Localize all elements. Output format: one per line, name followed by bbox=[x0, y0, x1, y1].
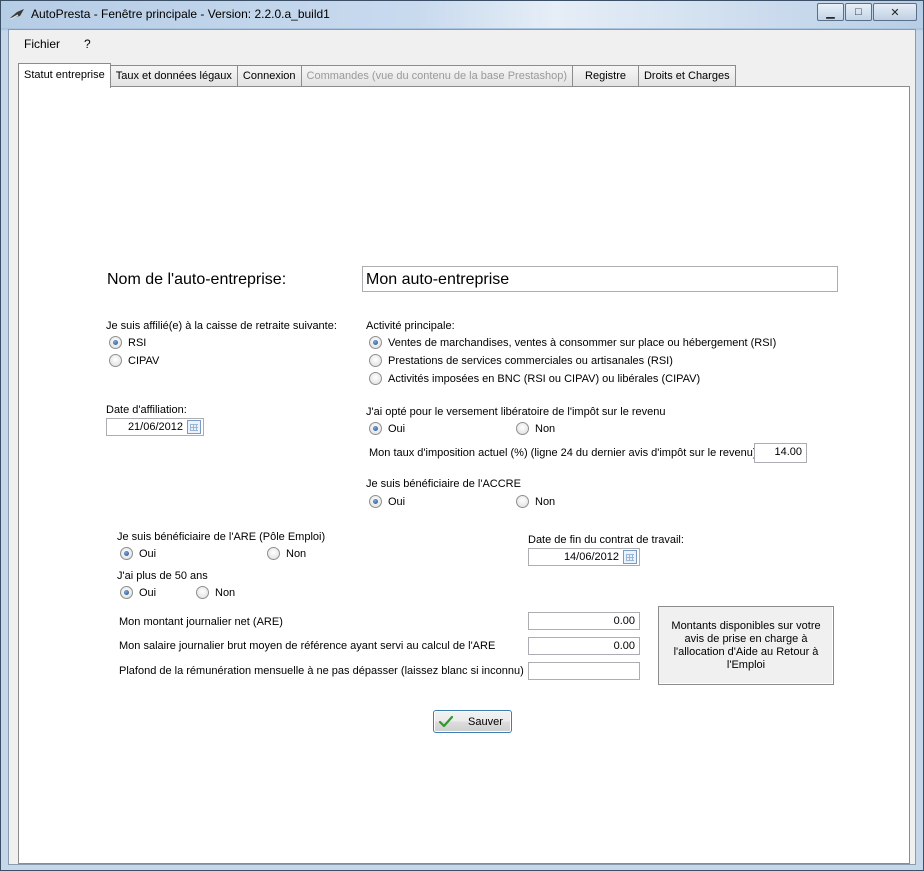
company-name-input[interactable]: Mon auto-entreprise bbox=[362, 266, 838, 292]
radio-are-oui-dot[interactable] bbox=[120, 547, 133, 560]
contract-end-value: 14/06/2012 bbox=[563, 551, 619, 563]
radio-over50-non[interactable]: Non bbox=[196, 586, 235, 599]
radio-cipav-label: CIPAV bbox=[128, 354, 160, 367]
close-button[interactable]: ✕ bbox=[873, 3, 917, 21]
radio-activity-bnc-dot[interactable] bbox=[369, 372, 382, 385]
tab-connexion[interactable]: Connexion bbox=[236, 65, 302, 87]
window-controls: ▁ □ ✕ bbox=[816, 3, 917, 21]
ceiling-label: Plafond de la rémunération mensuelle à n… bbox=[119, 665, 524, 677]
radio-versement-oui-label: Oui bbox=[388, 422, 406, 435]
tab-registre[interactable]: Registre bbox=[572, 65, 639, 87]
calendar-icon[interactable] bbox=[187, 420, 201, 434]
affiliation-date-picker[interactable]: 21/06/2012 bbox=[106, 418, 204, 436]
are-label: Je suis bénéficiaire de l'ARE (Pôle Empl… bbox=[117, 531, 326, 543]
radio-over50-non-dot[interactable] bbox=[196, 586, 209, 599]
radio-are-non-label: Non bbox=[286, 547, 307, 560]
over50-label: J'ai plus de 50 ans bbox=[117, 570, 208, 582]
radio-activity-ventes[interactable]: Ventes de marchandises, ventes à consomm… bbox=[369, 336, 776, 349]
radio-are-oui-label: Oui bbox=[139, 547, 157, 560]
tab-droits-charges[interactable]: Droits et Charges bbox=[637, 65, 736, 87]
tab-taux-donnees-legaux[interactable]: Taux et données légaux bbox=[109, 65, 238, 87]
company-name-label: Nom de l'auto-entreprise: bbox=[107, 271, 287, 288]
minimize-button[interactable]: ▁ bbox=[817, 3, 844, 21]
radio-activity-prestations-dot[interactable] bbox=[369, 354, 382, 367]
ceiling-input[interactable] bbox=[528, 662, 640, 680]
radio-accre-oui[interactable]: Oui bbox=[369, 495, 405, 508]
tab-statut-entreprise[interactable]: Statut entreprise bbox=[18, 63, 111, 88]
radio-activity-ventes-dot[interactable] bbox=[369, 336, 382, 349]
tax-rate-input[interactable]: 14.00 bbox=[754, 443, 807, 463]
minimize-icon: ▁ bbox=[826, 6, 835, 19]
radio-rsi-dot[interactable] bbox=[109, 336, 122, 349]
maximize-button[interactable]: □ bbox=[845, 3, 872, 21]
tax-rate-label: Mon taux d'imposition actuel (%) (ligne … bbox=[369, 447, 757, 459]
daily-net-input[interactable]: 0.00 bbox=[528, 612, 640, 630]
radio-over50-non-label: Non bbox=[215, 586, 236, 599]
radio-versement-non-dot[interactable] bbox=[516, 422, 529, 435]
tab-panel-statut: Nom de l'auto-entreprise: Mon auto-entre… bbox=[18, 86, 910, 864]
versement-label: J'ai opté pour le versement libératoire … bbox=[366, 406, 666, 418]
check-icon bbox=[438, 715, 454, 727]
radio-versement-non[interactable]: Non bbox=[516, 422, 555, 435]
daily-gross-input[interactable]: 0.00 bbox=[528, 637, 640, 655]
radio-rsi-label: RSI bbox=[128, 336, 147, 349]
radio-activity-bnc-label: Activités imposées en BNC (RSI ou CIPAV)… bbox=[388, 372, 701, 385]
radio-accre-oui-label: Oui bbox=[388, 495, 406, 508]
radio-accre-non[interactable]: Non bbox=[516, 495, 555, 508]
radio-over50-oui-dot[interactable] bbox=[120, 586, 133, 599]
radio-are-non-dot[interactable] bbox=[267, 547, 280, 560]
main-window: AutoPresta - Fenêtre principale - Versio… bbox=[0, 0, 924, 871]
window-title: AutoPresta - Fenêtre principale - Versio… bbox=[31, 7, 330, 21]
radio-accre-non-label: Non bbox=[535, 495, 556, 508]
radio-accre-oui-dot[interactable] bbox=[369, 495, 382, 508]
radio-cipav-dot[interactable] bbox=[109, 354, 122, 367]
daily-net-label: Mon montant journalier net (ARE) bbox=[119, 616, 283, 628]
tab-commandes: Commandes (vue du contenu de la base Pre… bbox=[300, 65, 574, 87]
client-area: Fichier ? Statut entreprise Taux et donn… bbox=[8, 29, 916, 865]
radio-over50-oui-label: Oui bbox=[139, 586, 157, 599]
radio-activity-bnc[interactable]: Activités imposées en BNC (RSI ou CIPAV)… bbox=[369, 372, 700, 385]
radio-over50-oui[interactable]: Oui bbox=[120, 586, 156, 599]
radio-cipav[interactable]: CIPAV bbox=[109, 354, 159, 367]
daily-gross-label: Mon salaire journalier brut moyen de réf… bbox=[119, 640, 496, 652]
activity-label: Activité principale: bbox=[366, 320, 455, 332]
menu-help[interactable]: ? bbox=[84, 37, 91, 51]
radio-accre-non-dot[interactable] bbox=[516, 495, 529, 508]
tab-strip: Statut entreprise Taux et données légaux… bbox=[18, 63, 736, 88]
app-icon bbox=[10, 9, 24, 20]
radio-activity-prestations[interactable]: Prestations de services commerciales ou … bbox=[369, 354, 673, 367]
save-button[interactable]: Sauver bbox=[433, 710, 512, 733]
radio-activity-ventes-label: Ventes de marchandises, ventes à consomm… bbox=[388, 336, 777, 349]
close-icon: ✕ bbox=[890, 6, 900, 19]
radio-activity-prestations-label: Prestations de services commerciales ou … bbox=[388, 354, 673, 367]
radio-versement-oui[interactable]: Oui bbox=[369, 422, 405, 435]
maximize-icon: □ bbox=[855, 6, 862, 18]
menu-fichier[interactable]: Fichier bbox=[24, 37, 60, 51]
radio-are-non[interactable]: Non bbox=[267, 547, 306, 560]
save-button-label: Sauver bbox=[468, 715, 503, 728]
radio-versement-non-label: Non bbox=[535, 422, 556, 435]
affiliation-date-value: 21/06/2012 bbox=[127, 421, 183, 433]
contract-end-date-picker[interactable]: 14/06/2012 bbox=[528, 548, 640, 566]
menu-bar: Fichier ? bbox=[9, 30, 915, 56]
contract-end-label: Date de fin du contrat de travail: bbox=[528, 534, 684, 546]
affiliation-date-label: Date d'affiliation: bbox=[106, 404, 187, 416]
retirement-label: Je suis affilié(e) à la caisse de retrai… bbox=[106, 320, 337, 332]
radio-rsi[interactable]: RSI bbox=[109, 336, 146, 349]
radio-are-oui[interactable]: Oui bbox=[120, 547, 156, 560]
accre-label: Je suis bénéficiaire de l'ACCRE bbox=[366, 478, 521, 490]
calendar-icon[interactable] bbox=[623, 550, 637, 564]
title-bar[interactable]: AutoPresta - Fenêtre principale - Versio… bbox=[1, 1, 923, 28]
info-box: Montants disponibles sur votre avis de p… bbox=[658, 606, 834, 685]
radio-versement-oui-dot[interactable] bbox=[369, 422, 382, 435]
